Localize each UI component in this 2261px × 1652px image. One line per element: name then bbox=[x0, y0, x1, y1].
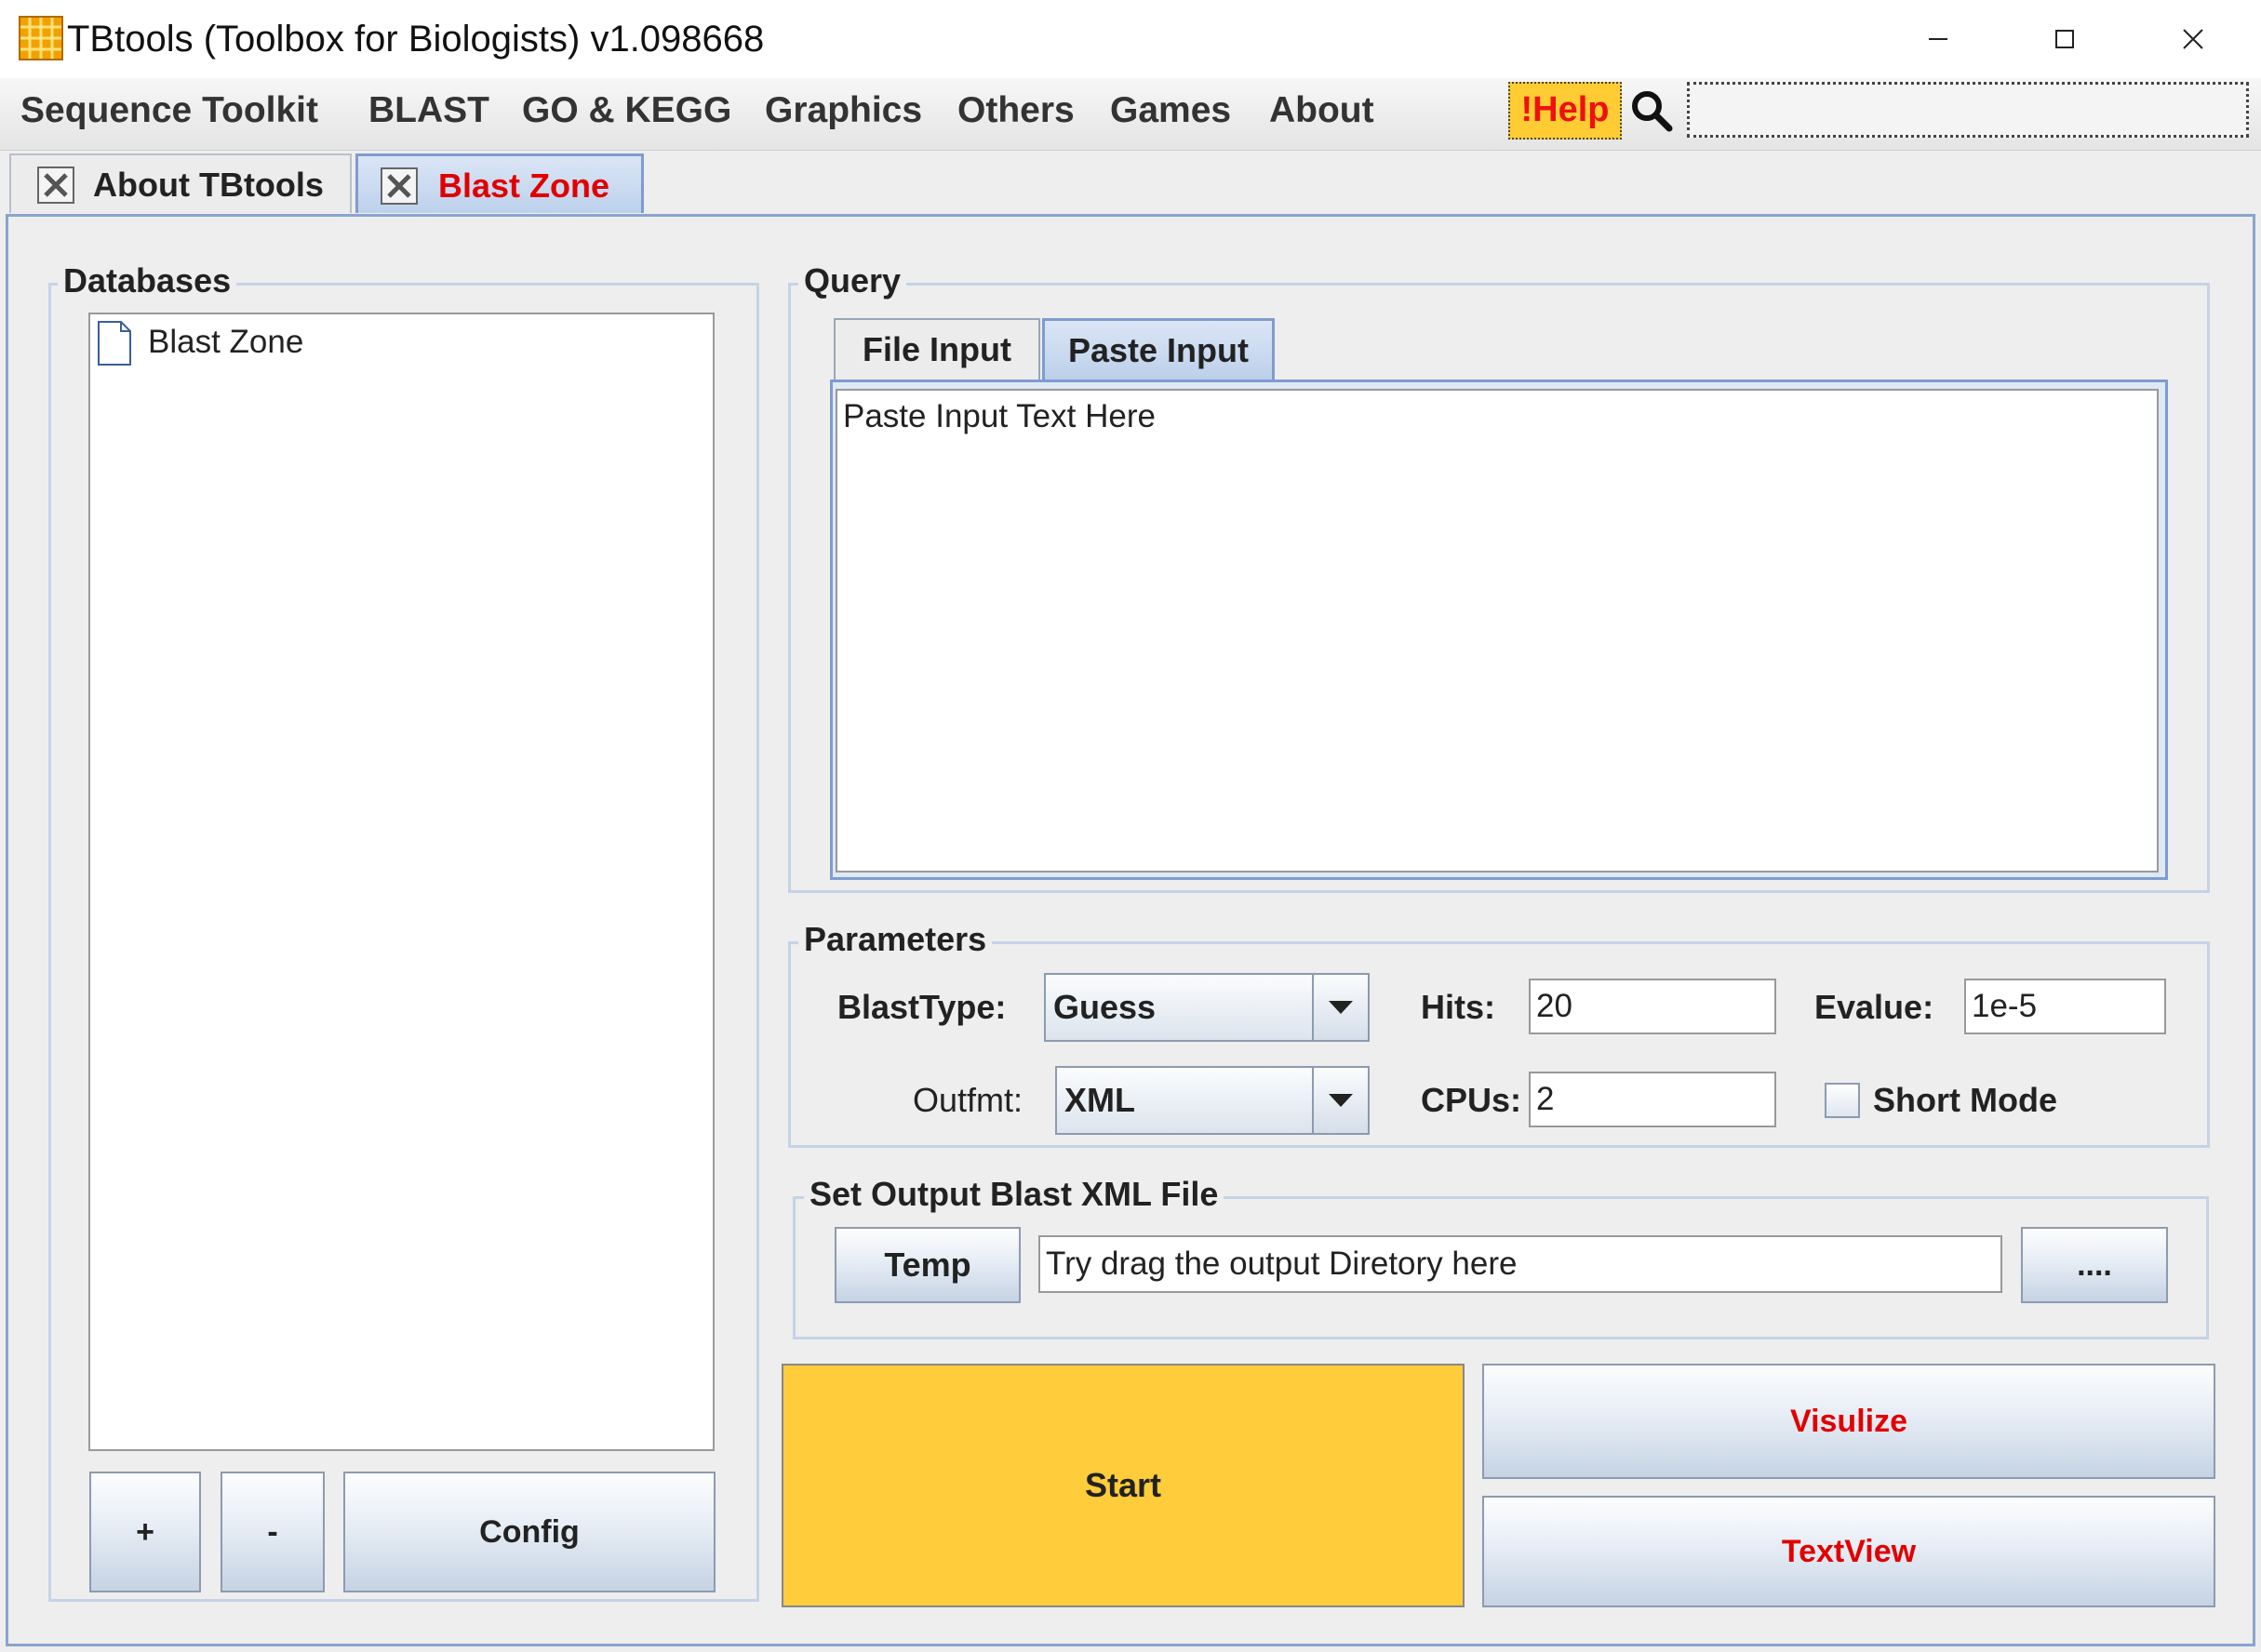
blast-type-value: Guess bbox=[1053, 988, 1157, 1026]
paste-input-textarea[interactable]: Paste Input Text Here bbox=[836, 389, 2159, 873]
database-item[interactable]: Blast Zone bbox=[148, 322, 303, 363]
close-window-button[interactable] bbox=[2129, 0, 2257, 78]
cpus-input[interactable] bbox=[1529, 1072, 1776, 1127]
outfmt-value: XML bbox=[1064, 1081, 1135, 1119]
tab-label: Blast Zone bbox=[438, 167, 610, 205]
menu-blast[interactable]: BLAST bbox=[368, 86, 489, 136]
outfmt-select[interactable]: XML bbox=[1055, 1066, 1370, 1135]
menu-sequence-toolkit[interactable]: Sequence Toolkit bbox=[20, 86, 318, 136]
blast-type-select[interactable]: Guess bbox=[1044, 973, 1370, 1042]
close-icon bbox=[2183, 29, 2203, 49]
window-title: TBtools (Toolbox for Biologists) v1.0986… bbox=[67, 19, 765, 60]
chevron-down-icon bbox=[1312, 975, 1368, 1040]
short-mode-label: Short Mode bbox=[1873, 1081, 2057, 1119]
visualize-button[interactable]: Visulize bbox=[1482, 1364, 2215, 1479]
outfmt-label: Outfmt: bbox=[913, 1081, 1023, 1119]
hits-input[interactable] bbox=[1529, 979, 1776, 1034]
tab-close-icon[interactable] bbox=[381, 167, 418, 205]
help-button[interactable]: !Help bbox=[1508, 82, 1622, 140]
hits-label: Hits: bbox=[1421, 988, 1495, 1026]
tab-about-tbtools[interactable]: About TBtools bbox=[9, 153, 352, 213]
database-list[interactable] bbox=[88, 313, 715, 1451]
menu-about[interactable]: About bbox=[1269, 86, 1374, 136]
maximize-button[interactable] bbox=[2000, 0, 2129, 78]
tab-label: About TBtools bbox=[93, 166, 324, 204]
config-button[interactable]: Config bbox=[343, 1472, 716, 1592]
browse-button[interactable]: .... bbox=[2021, 1227, 2168, 1303]
temp-button[interactable]: Temp bbox=[835, 1227, 1021, 1303]
minimize-button[interactable] bbox=[1874, 0, 2002, 78]
menu-others[interactable]: Others bbox=[957, 86, 1075, 136]
tab-close-icon[interactable] bbox=[37, 167, 74, 204]
menu-graphics[interactable]: Graphics bbox=[765, 86, 922, 136]
tab-paste-input[interactable]: Paste Input bbox=[1042, 318, 1275, 380]
blast-type-label: BlastType: bbox=[837, 988, 1007, 1026]
query-title: Query bbox=[798, 260, 907, 301]
menu-games[interactable]: Games bbox=[1110, 86, 1231, 136]
databases-title: Databases bbox=[58, 260, 237, 301]
short-mode-checkbox[interactable] bbox=[1825, 1083, 1860, 1118]
cpus-label: CPUs: bbox=[1421, 1081, 1522, 1119]
file-icon bbox=[98, 321, 131, 366]
search-icon[interactable] bbox=[1630, 89, 1673, 132]
tab-file-input[interactable]: File Input bbox=[834, 318, 1040, 380]
minimize-icon bbox=[1929, 38, 1947, 40]
tab-blast-zone[interactable]: Blast Zone bbox=[355, 153, 644, 213]
textview-button[interactable]: TextView bbox=[1482, 1496, 2215, 1607]
tbtools-logo-icon bbox=[19, 16, 63, 60]
parameters-title: Parameters bbox=[798, 919, 993, 960]
evalue-label: Evalue: bbox=[1814, 988, 1934, 1026]
evalue-input[interactable] bbox=[1964, 979, 2166, 1034]
menu-go-kegg[interactable]: GO & KEGG bbox=[522, 86, 731, 136]
chevron-down-icon bbox=[1312, 1068, 1368, 1133]
add-database-button[interactable]: + bbox=[89, 1472, 201, 1592]
start-button[interactable]: Start bbox=[782, 1364, 1465, 1607]
output-path-input[interactable] bbox=[1038, 1235, 2002, 1293]
maximize-icon bbox=[2055, 30, 2074, 48]
search-input[interactable] bbox=[1687, 82, 2249, 138]
output-title: Set Output Blast XML File bbox=[804, 1174, 1224, 1215]
remove-database-button[interactable]: - bbox=[221, 1472, 325, 1592]
